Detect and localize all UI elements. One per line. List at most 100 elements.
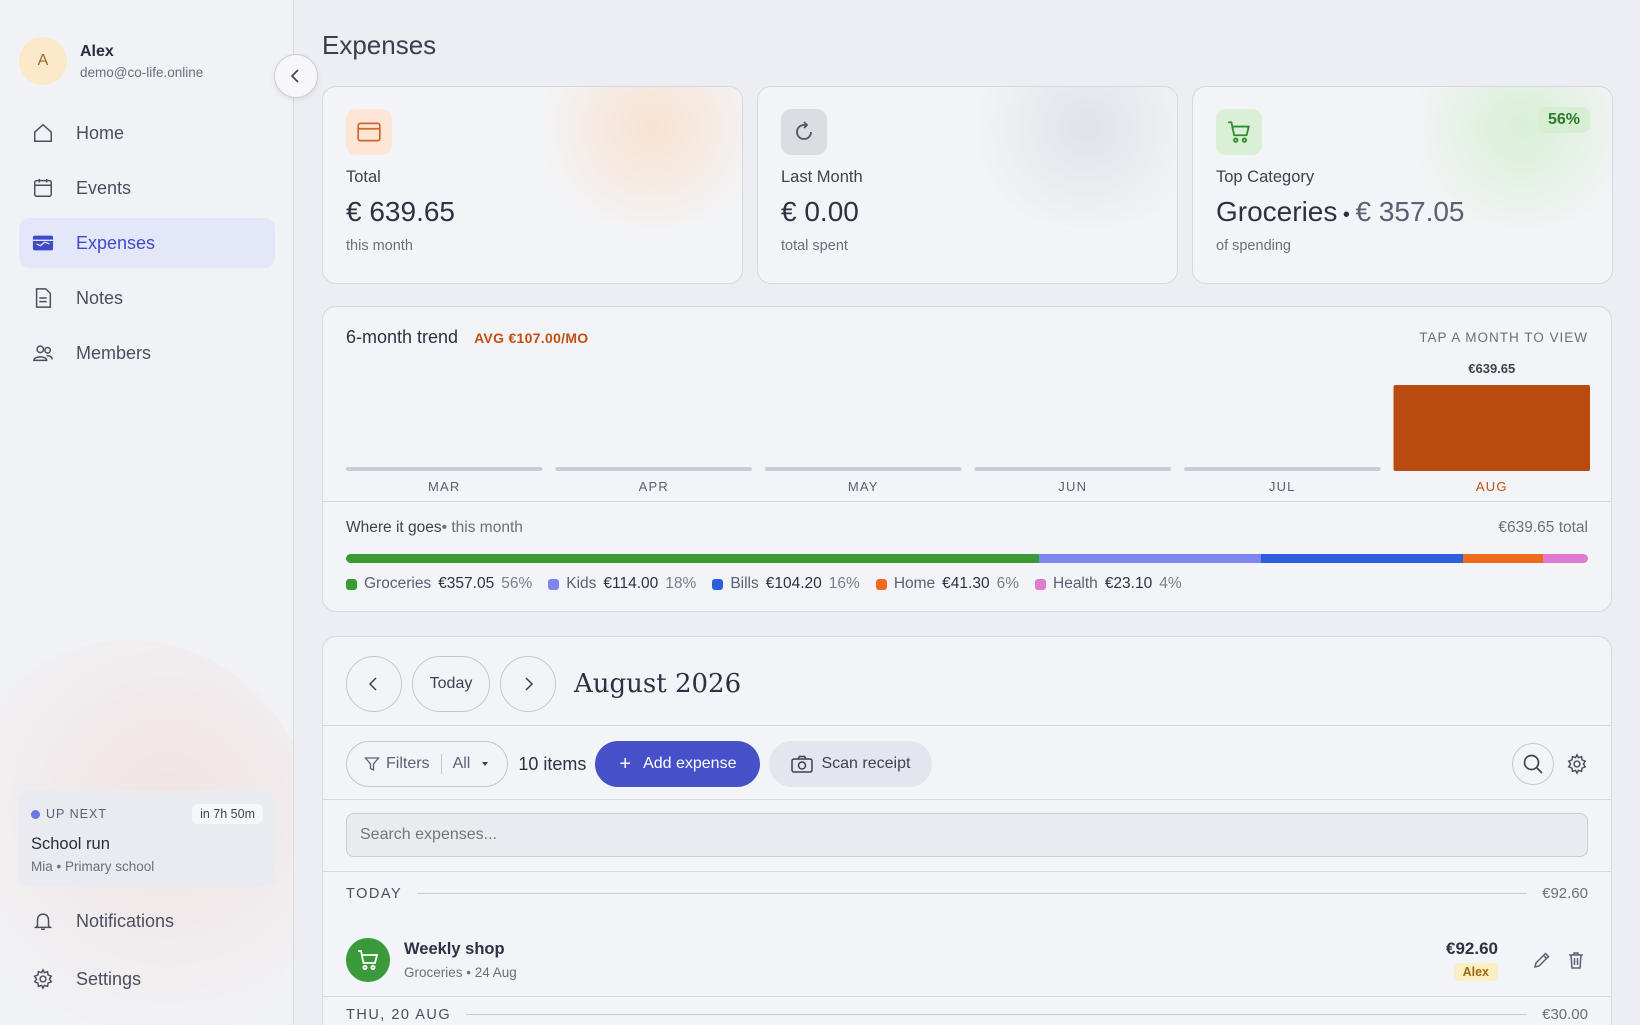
breakdown-segment-health (1543, 554, 1588, 563)
plus-icon: + (619, 752, 632, 775)
legend-name: Health (1053, 575, 1098, 592)
expense-row[interactable]: Weekly shop Groceries • 24 Aug €92.60 Al… (346, 932, 1588, 988)
stat-card-last-month: Last Month € 0.00 total spent (757, 86, 1178, 284)
camera-icon (791, 755, 814, 773)
filter-icon (364, 757, 380, 772)
legend-item-health: Health €23.10 4% (1035, 575, 1182, 593)
gear-icon (1567, 753, 1587, 775)
collapse-sidebar-button[interactable] (274, 54, 318, 98)
bar-apr[interactable] (555, 467, 753, 471)
add-expense-button[interactable]: + Add expense (595, 741, 761, 787)
stat-subtitle: of spending (1216, 238, 1291, 254)
month-navigator: Today August 2026 (346, 656, 741, 712)
calendar-icon (31, 176, 55, 200)
bar-aug[interactable] (1393, 385, 1591, 471)
chevron-right-icon (525, 677, 534, 691)
up-next-label-text: UP NEXT (46, 807, 107, 821)
sidebar-item-events[interactable]: Events (19, 163, 275, 213)
legend-swatch (875, 578, 887, 590)
legend-amount: €114.00 (603, 575, 659, 592)
breakdown-segment-bills (1260, 554, 1463, 563)
up-next-subtitle: Mia • Primary school (31, 859, 155, 874)
edit-button[interactable] (1530, 948, 1554, 972)
sidebar-item-label: Expenses (76, 232, 156, 253)
filter-value: All (452, 755, 471, 772)
home-icon (31, 121, 55, 145)
sidebar-item-notifications[interactable]: Notifications (19, 896, 275, 946)
expense-list-card: Today August 2026 Filters All 10 items +… (322, 636, 1612, 1025)
bell-icon (31, 909, 55, 933)
legend-swatch (1035, 578, 1046, 590)
trend-hint: TAP A MONTH TO VIEW (1419, 330, 1588, 345)
trend-title: 6-month trend (346, 327, 459, 347)
group-label: THU, 20 AUG (346, 1006, 452, 1023)
legend-swatch (712, 578, 724, 590)
breakdown-legend: Groceries €357.05 56% Kids €114.00 18% Bills €1… (346, 575, 1198, 593)
separator (440, 754, 442, 774)
next-month-button[interactable] (500, 656, 556, 712)
bar-may[interactable] (765, 467, 962, 471)
user-profile[interactable]: A Alex demo@co-life.online (19, 37, 203, 85)
legend-percent: 56% (501, 575, 533, 592)
bar-jul[interactable] (1184, 467, 1381, 471)
up-next-card[interactable]: UP NEXT in 7h 50m School run Mia • Prima… (19, 790, 275, 886)
sidebar-item-expenses[interactable]: Expenses (19, 218, 275, 268)
delete-button[interactable] (1564, 948, 1588, 972)
sidebar-item-label: Settings (76, 968, 142, 989)
wallet-icon (31, 231, 55, 255)
top-category-name: Groceries (1216, 196, 1338, 227)
legend-name: Groceries (364, 575, 432, 592)
sidebar-item-label: Events (76, 177, 132, 198)
expense-subtitle: Groceries • 24 Aug (404, 965, 517, 980)
chevron-left-icon (368, 677, 377, 691)
divider (323, 799, 1611, 800)
legend-amount: €104.20 (765, 575, 822, 592)
sidebar-item-members[interactable]: Members (19, 328, 275, 378)
legend-item-groceries: Groceries €357.05 56% (346, 575, 532, 593)
legend-item-kids: Kids €114.00 18% (548, 575, 696, 593)
note-icon (31, 286, 55, 310)
sidebar-item-notes[interactable]: Notes (19, 273, 275, 323)
settings-button[interactable] (1566, 753, 1588, 775)
stat-subtitle: total spent (781, 238, 848, 254)
month-title: August 2026 (574, 669, 742, 699)
group-label: TODAY (346, 885, 403, 902)
top-category-amount: € 357.05 (1355, 196, 1465, 227)
user-name: Alex (80, 42, 114, 60)
legend-swatch (346, 578, 357, 590)
sidebar-item-label: Notes (76, 287, 124, 308)
divider (323, 501, 1611, 502)
sidebar-item-label: Members (76, 342, 152, 363)
filters-button[interactable]: Filters All (346, 741, 509, 787)
scan-receipt-button[interactable]: Scan receipt (769, 741, 933, 787)
bar-jun[interactable] (974, 467, 1172, 471)
trend-average: AVG €107.00/MO (474, 329, 589, 346)
divider (323, 871, 1611, 872)
bar-mar[interactable] (346, 467, 543, 471)
group-line (466, 1014, 1528, 1015)
legend-amount: €357.05 (438, 575, 495, 592)
breakdown-header: Where it goes • this month €639.65 total (346, 519, 1588, 537)
legend-amount: €23.10 (1104, 575, 1153, 592)
members-icon (31, 341, 55, 365)
sidebar-item-label: Home (76, 122, 125, 143)
sidebar-item-settings[interactable]: Settings (19, 954, 275, 1004)
breakdown-bar (346, 554, 1588, 563)
previous-month-button[interactable] (346, 656, 402, 712)
legend-name: Home (893, 575, 936, 592)
stat-value: € 0.00 (781, 196, 859, 227)
sidebar-item-home[interactable]: Home (19, 108, 275, 158)
divider (323, 725, 1611, 726)
legend-percent: 16% (828, 575, 860, 592)
sidebar: A Alex demo@co-life.online Home Events E… (0, 0, 294, 1025)
today-button[interactable]: Today (412, 656, 490, 712)
scan-receipt-label: Scan receipt (821, 755, 911, 772)
filters-label: Filters (386, 755, 430, 772)
stat-card-top-category: 56% Top Category Groceries • € 357.05 of… (1192, 86, 1613, 284)
search-button[interactable] (1512, 743, 1554, 785)
stat-card-total: Total € 639.65 this month (322, 86, 743, 284)
payer-badge: Alex (1453, 963, 1498, 981)
stat-value: € 639.65 (346, 196, 455, 227)
search-input[interactable] (346, 813, 1588, 857)
pencil-icon (1533, 952, 1550, 969)
